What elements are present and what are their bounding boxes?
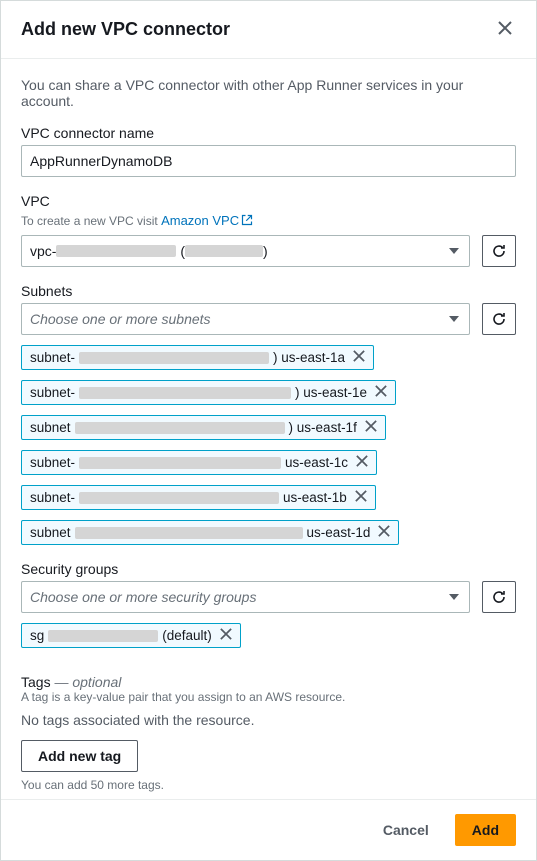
refresh-icon [491,589,507,605]
chip-az: us-east-1b [283,490,347,505]
subnet-chip: subnet ) us-east-1f [21,415,386,440]
chip-remove-icon[interactable] [351,490,367,505]
add-button[interactable]: Add [455,814,516,846]
redacted-text [79,492,279,504]
subnet-chip: subnet- ) us-east-1e [21,380,396,405]
subnets-placeholder: Choose one or more subnets [30,311,211,327]
modal-body: You can share a VPC connector with other… [1,59,536,799]
chip-prefix: subnet- [30,385,75,400]
tags-desc: A tag is a key-value pair that you assig… [21,690,516,704]
subnet-chips: subnet- ) us-east-1asubnet- ) us-east-1e… [21,345,516,545]
field-tags: Tags — optional A tag is a key-value pai… [21,674,516,792]
redacted-text [48,630,158,642]
vpc-label: VPC [21,193,516,209]
sg-select[interactable]: Choose one or more security groups [21,581,470,613]
chip-remove-icon[interactable] [371,385,387,400]
subnet-chip: subnet- us-east-1c [21,450,377,475]
chip-prefix: subnet- [30,490,75,505]
redacted-text [79,387,291,399]
subnets-select[interactable]: Choose one or more subnets [21,303,470,335]
field-security-groups: Security groups Choose one or more secur… [21,561,516,658]
chip-remove-icon[interactable] [361,420,377,435]
vpc-helper: To create a new VPC visit Amazon VPC [21,213,516,229]
vpc-selected-prefix: vpc- [30,243,56,259]
refresh-icon [491,311,507,327]
modal-header: Add new VPC connector [1,1,536,59]
modal-footer: Cancel Add [1,799,536,860]
connector-name-label: VPC connector name [21,125,516,141]
add-new-tag-button[interactable]: Add new tag [21,740,138,772]
chip-prefix: subnet- [30,455,75,470]
sg-placeholder: Choose one or more security groups [30,589,256,605]
chip-prefix: subnet [30,420,71,435]
sg-refresh-button[interactable] [482,581,516,613]
tags-heading: Tags — optional [21,674,516,690]
redacted-text [75,527,303,539]
redacted-text [185,245,263,257]
chevron-down-icon [449,594,459,600]
redacted-text [75,422,285,434]
subnets-label: Subnets [21,283,516,299]
field-subnets: Subnets Choose one or more subnets subne… [21,283,516,545]
subnet-chip: subnet us-east-1d [21,520,399,545]
subnets-refresh-button[interactable] [482,303,516,335]
tags-optional: — optional [54,674,121,690]
refresh-icon [491,243,507,259]
chip-az: us-east-1c [285,455,348,470]
vpc-helper-prefix: To create a new VPC visit [21,214,161,228]
cancel-button[interactable]: Cancel [367,814,445,846]
vpc-refresh-button[interactable] [482,235,516,267]
chip-az: us-east-1d [307,525,371,540]
modal-title: Add new VPC connector [21,19,230,40]
close-icon[interactable] [494,15,516,44]
chip-az: ) us-east-1f [289,420,357,435]
add-vpc-connector-modal: Add new VPC connector You can share a VP… [0,0,537,861]
connector-name-input[interactable] [21,145,516,177]
sg-label: Security groups [21,561,516,577]
modal-description: You can share a VPC connector with other… [21,77,516,109]
sg-chip: sg (default) [21,623,241,648]
chip-remove-icon[interactable] [374,525,390,540]
tags-limit-hint: You can add 50 more tags. [21,778,516,792]
chip-prefix: subnet- [30,350,75,365]
vpc-select[interactable]: vpc- ( ) [21,235,470,267]
no-tags-text: No tags associated with the resource. [21,712,516,728]
amazon-vpc-link[interactable]: Amazon VPC [161,213,253,228]
redacted-text [79,457,281,469]
redacted-text [79,352,269,364]
external-link-icon [241,214,253,229]
chevron-down-icon [449,316,459,322]
sg-chips: sg (default) [21,623,516,658]
field-connector-name: VPC connector name [21,125,516,177]
chip-remove-icon[interactable] [216,628,232,643]
chip-remove-icon[interactable] [352,455,368,470]
chip-prefix: subnet [30,525,71,540]
chip-az: ) us-east-1e [295,385,367,400]
chip-suffix: (default) [162,628,212,643]
chip-remove-icon[interactable] [349,350,365,365]
chip-prefix: sg [30,628,44,643]
subnet-chip: subnet- ) us-east-1a [21,345,374,370]
chevron-down-icon [449,248,459,254]
chip-az: ) us-east-1a [273,350,345,365]
subnet-chip: subnet- us-east-1b [21,485,376,510]
redacted-text [56,245,176,257]
field-vpc: VPC To create a new VPC visit Amazon VPC… [21,193,516,267]
